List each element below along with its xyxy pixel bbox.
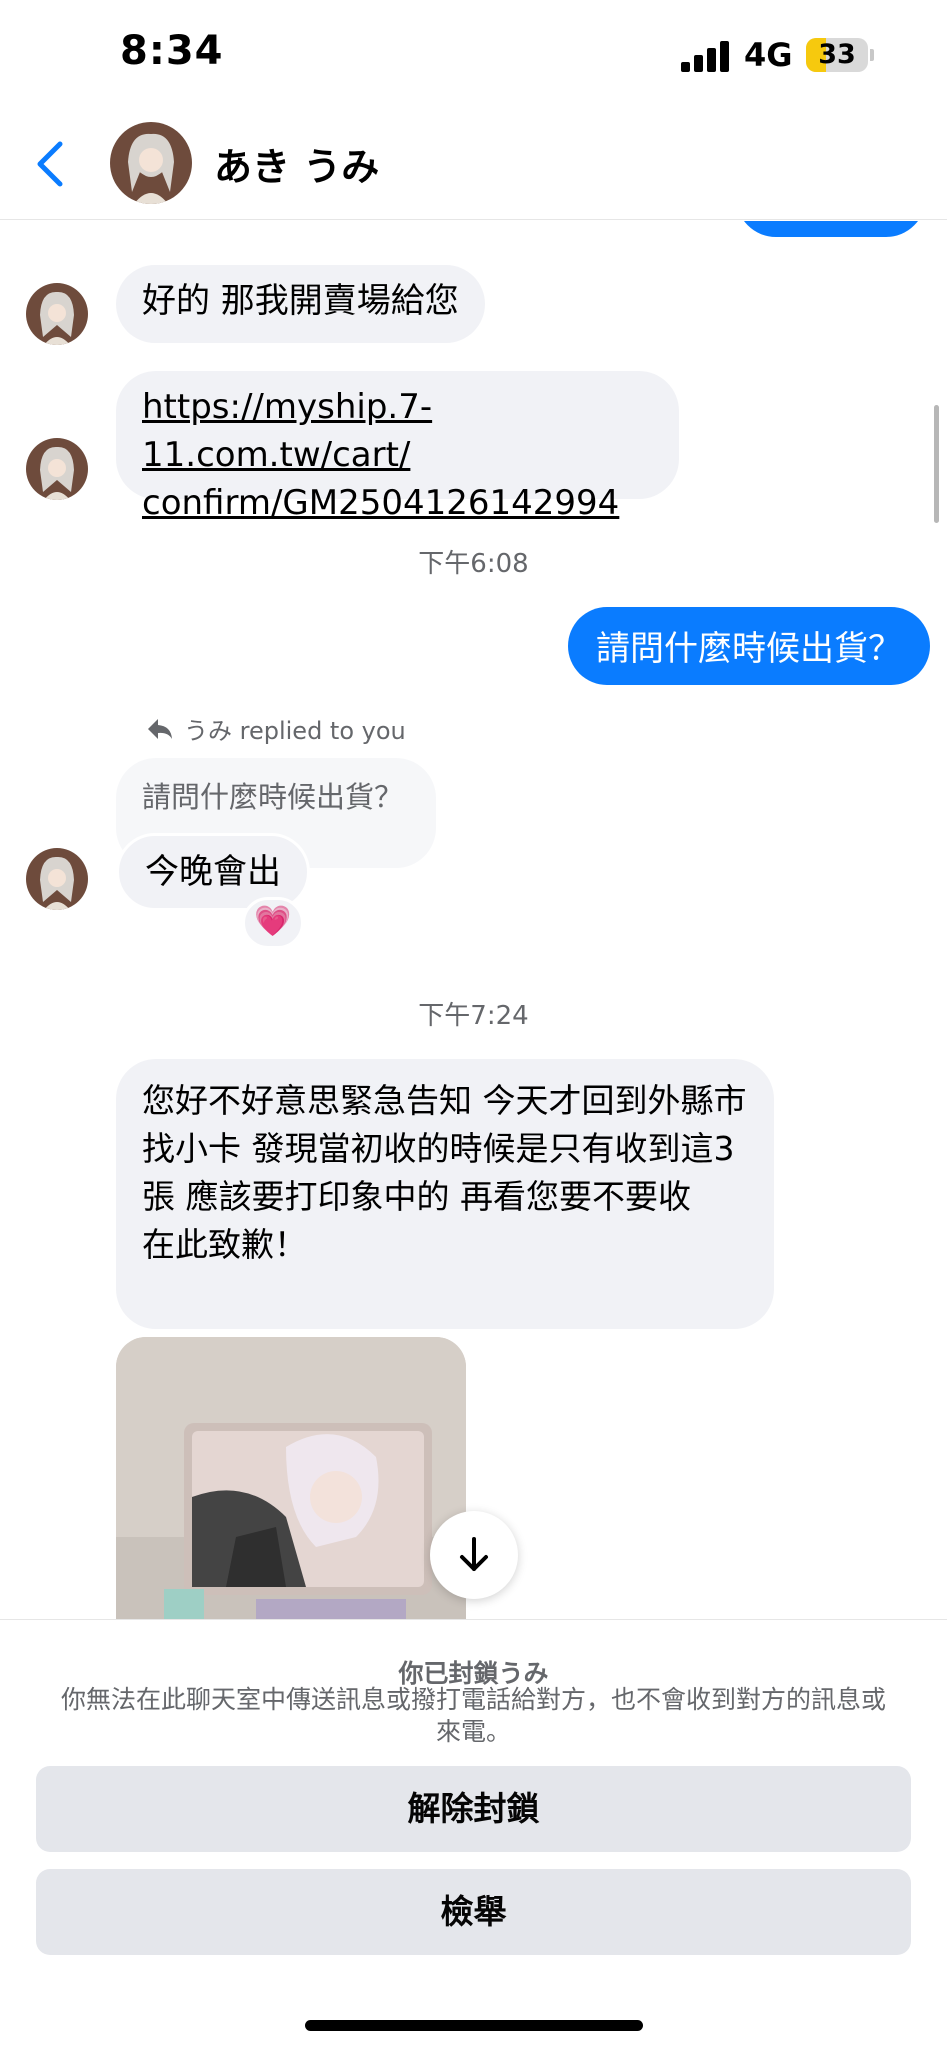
- contact-avatar[interactable]: [110, 122, 192, 204]
- incoming-link-message[interactable]: https://myship.7-11.com.tw/cart/ confirm…: [116, 371, 679, 523]
- status-bar: 8:34 4G 33: [0, 0, 947, 110]
- scrollbar[interactable]: [934, 405, 939, 523]
- home-indicator: [305, 2020, 643, 2031]
- signal-icon: [681, 40, 731, 72]
- photo-attachment[interactable]: [116, 1337, 466, 1619]
- arrow-down-icon: [460, 1537, 488, 1571]
- link-line-2[interactable]: confirm/GM2504126142994: [142, 479, 653, 527]
- battery-level: 33: [818, 39, 856, 70]
- blocked-description: 你無法在此聊天室中傳送訊息或撥打電話給對方，也不會收到對方的訊息或來電。: [60, 1685, 886, 1746]
- outgoing-bubble-partial[interactable]: [736, 221, 926, 237]
- back-button[interactable]: [30, 138, 74, 190]
- battery-tip: [870, 49, 874, 61]
- message-list[interactable]: 好的 那我開賣場給您 https://myship.7-11.com.tw/ca…: [0, 221, 947, 1619]
- chat-header: あき うみ: [0, 110, 947, 220]
- reply-icon: [148, 718, 172, 739]
- avatar[interactable]: [26, 283, 88, 345]
- incoming-message[interactable]: 好的 那我開賣場給您: [116, 265, 485, 343]
- heart-reaction-icon[interactable]: 💗: [242, 897, 304, 949]
- report-button[interactable]: 檢舉: [36, 1869, 911, 1955]
- avatar[interactable]: [26, 848, 88, 910]
- scroll-to-bottom-button[interactable]: [430, 1511, 518, 1599]
- blocked-panel: 你已封鎖うみ 你無法在此聊天室中傳送訊息或撥打電話給對方，也不會收到對方的訊息或…: [0, 1619, 947, 2048]
- reply-indicator-text: うみ replied to you: [184, 717, 406, 745]
- unblock-button[interactable]: 解除封鎖: [36, 1766, 911, 1852]
- reply-indicator: うみ replied to you: [146, 711, 406, 746]
- battery-icon: 33: [806, 38, 868, 72]
- network-label: 4G: [744, 36, 793, 74]
- outgoing-message[interactable]: 請問什麼時候出貨？: [568, 607, 930, 685]
- timestamp: 下午6:08: [418, 549, 529, 579]
- chevron-left-icon: [37, 141, 63, 187]
- contact-name[interactable]: あき うみ: [214, 136, 379, 191]
- avatar[interactable]: [26, 438, 88, 500]
- link-line-1[interactable]: https://myship.7-11.com.tw/cart/: [142, 383, 653, 479]
- timestamp: 下午7:24: [418, 1001, 529, 1031]
- status-time: 8:34: [120, 28, 224, 74]
- incoming-message[interactable]: 您好不好意思緊急告知 今天才回到外縣市找小卡 發現當初收的時候是只有收到這3張 …: [116, 1059, 774, 1329]
